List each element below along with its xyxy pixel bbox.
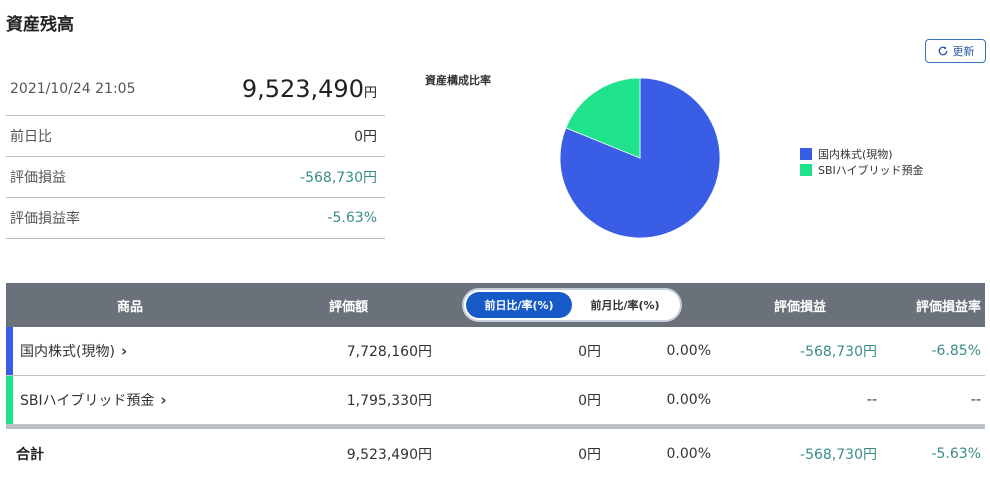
cell-day-change: 0円 — [578, 344, 601, 360]
composition-chart-title: 資産構成比率 — [425, 74, 491, 87]
total-label: 合計 — [16, 447, 44, 463]
summary-total-number: 9,523,490 — [241, 74, 364, 103]
table-header: 商品 評価額 前日比/率(%) 前月比/率(%) 評価損益 評価損益率 — [6, 283, 985, 327]
header-profit-loss: 評価損益 — [773, 299, 826, 315]
summary-value: -568,730円 — [300, 170, 377, 186]
holdings-table: 商品 評価額 前日比/率(%) 前月比/率(%) 評価損益 評価損益率 国内株式… — [6, 283, 985, 477]
table-row: 国内株式(現物) › 7,728,160円 0円 0.00% -568,730円… — [6, 327, 985, 376]
table-row: SBIハイブリッド預金 › 1,795,330円 0円 0.00% -- -- — [6, 376, 985, 425]
cell-profit-loss: -568,730円 — [800, 344, 877, 360]
summary-value: -5.63% — [327, 210, 377, 226]
summary-row-profit-loss: 評価損益 -568,730円 — [6, 157, 385, 198]
cell-profit-loss: -- — [866, 392, 877, 408]
product-link-hybrid-deposit[interactable]: SBIハイブリッド預金 › — [20, 376, 260, 424]
row-accent-bar — [6, 376, 13, 424]
pie-legend: 国内株式(現物) SBIハイブリッド預金 — [800, 146, 924, 178]
page-title: 資産残高 — [6, 15, 74, 35]
change-period-toggle: 前日比/率(%) 前月比/率(%) — [462, 288, 682, 322]
cell-valuation: 1,795,330円 — [346, 393, 432, 409]
header-product: 商品 — [116, 299, 143, 315]
cell-day-change-rate: 0.00% — [666, 392, 711, 408]
toggle-month-change[interactable]: 前月比/率(%) — [572, 292, 678, 318]
summary-total-row: 2021/10/24 21:05 9,523,490円 — [6, 62, 385, 116]
legend-item-hybrid-deposit: SBIハイブリッド預金 — [800, 162, 924, 178]
refresh-icon — [938, 46, 947, 56]
summary-value: 0円 — [354, 129, 377, 145]
toggle-day-change[interactable]: 前日比/率(%) — [466, 292, 572, 318]
refresh-label: 更新 — [952, 46, 975, 58]
cell-day-change: 0円 — [578, 447, 601, 463]
legend-swatch — [800, 164, 812, 176]
legend-label: SBIハイブリッド預金 — [818, 164, 924, 177]
chevron-right-icon: › — [160, 391, 167, 409]
cell-profit-loss-rate: -- — [970, 392, 981, 408]
summary-label: 評価損益 — [10, 170, 66, 186]
cell-profit-loss: -568,730円 — [800, 447, 877, 463]
composition-pie-chart — [559, 77, 721, 239]
summary-label: 評価損益率 — [10, 211, 80, 227]
legend-label: 国内株式(現物) — [818, 148, 893, 161]
summary-total-value: 9,523,490円 — [242, 75, 377, 103]
table-total-row: 合計 9,523,490円 0円 0.00% -568,730円 -5.63% — [6, 429, 985, 477]
cell-profit-loss-rate: -5.63% — [931, 446, 981, 462]
summary-row-profit-loss-rate: 評価損益率 -5.63% — [6, 198, 385, 239]
summary-datetime: 2021/10/24 21:05 — [10, 80, 136, 97]
cell-valuation: 7,728,160円 — [346, 344, 432, 360]
header-valuation: 評価額 — [328, 299, 368, 315]
row-accent-bar — [6, 327, 13, 375]
product-name: SBIハイブリッド預金 — [20, 393, 155, 409]
cell-profit-loss-rate: -6.85% — [931, 343, 981, 359]
product-link-domestic-stock[interactable]: 国内株式(現物) › — [20, 327, 260, 375]
summary-row-day-change: 前日比 0円 — [6, 116, 385, 157]
legend-item-domestic-stock: 国内株式(現物) — [800, 146, 924, 162]
summary-total-unit: 円 — [363, 85, 377, 101]
cell-valuation: 9,523,490円 — [346, 447, 432, 463]
chevron-right-icon: › — [120, 342, 128, 360]
cell-day-change-rate: 0.00% — [666, 343, 711, 359]
legend-swatch — [800, 148, 812, 160]
summary-label: 前日比 — [10, 129, 52, 145]
header-profit-loss-rate: 評価損益率 — [915, 299, 981, 315]
cell-day-change-rate: 0.00% — [666, 446, 711, 462]
refresh-button[interactable]: 更新 — [925, 39, 986, 63]
product-name: 国内株式(現物) — [20, 344, 115, 360]
cell-day-change: 0円 — [578, 393, 601, 409]
summary-panel: 2021/10/24 21:05 9,523,490円 前日比 0円 評価損益 … — [6, 62, 385, 239]
